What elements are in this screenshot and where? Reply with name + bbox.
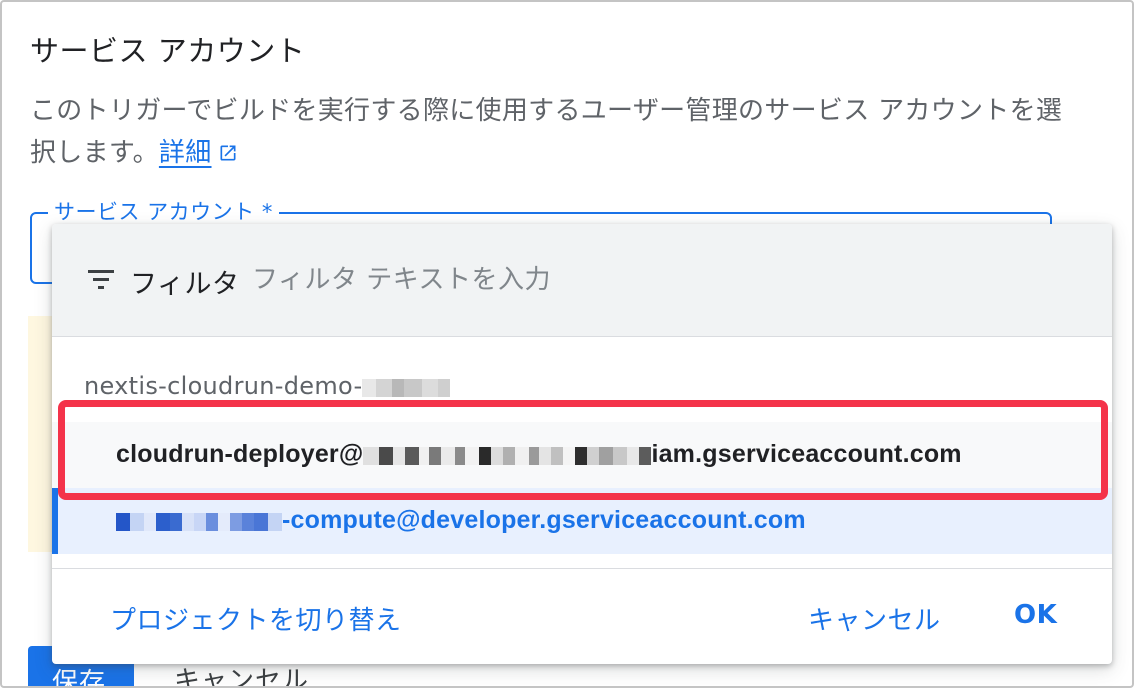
option-suffix: iam.gserviceaccount.com: [651, 440, 962, 468]
project-name: nextis-cloudrun-demo-: [84, 372, 451, 401]
redacted-project-id: [362, 373, 451, 401]
filter-icon: [88, 268, 116, 294]
project-name-text: nextis-cloudrun-demo-: [84, 372, 363, 400]
option-label: -compute@developer.gserviceaccount.com: [116, 506, 806, 536]
menu-divider: [52, 568, 1112, 569]
filter-label: フィルタ: [130, 269, 240, 300]
learn-more-link[interactable]: 詳細: [159, 138, 212, 168]
service-account-dropdown: フィルタ nextis-cloudrun-demo- cloudrun-depl…: [52, 224, 1112, 664]
filter-bar: フィルタ: [52, 224, 1112, 337]
service-account-field-label: サービス アカウント *: [48, 196, 279, 226]
option-label: cloudrun-deployer@ iam.gserviceaccount.co…: [116, 440, 962, 470]
section-description: このトリガーでビルドを実行する際に使用するユーザー管理のサービス アカウントを選…: [30, 90, 1070, 176]
learn-more-label: 詳細: [158, 138, 212, 168]
option-prefix: cloudrun-deployer@: [116, 440, 364, 468]
service-account-panel: サービス アカウント このトリガーでビルドを実行する際に使用するユーザー管理のサ…: [0, 0, 1134, 688]
service-account-option[interactable]: cloudrun-deployer@ iam.gserviceaccount.co…: [52, 422, 1112, 488]
service-account-option-selected[interactable]: -compute@developer.gserviceaccount.com: [52, 488, 1112, 554]
option-suffix: -compute@developer.gserviceaccount.com: [282, 506, 806, 534]
filter-input[interactable]: [252, 258, 1072, 302]
redacted-id: [363, 441, 652, 470]
redacted-project-number: [116, 507, 282, 536]
info-banner: [28, 316, 54, 552]
cancel-button[interactable]: キャンセル: [808, 600, 941, 637]
external-link-icon: [218, 134, 238, 176]
section-title: サービス アカウント: [30, 34, 306, 68]
switch-project-button[interactable]: プロジェクトを切り替え: [110, 600, 402, 637]
footer-cancel-button[interactable]: キャンセル: [174, 660, 309, 686]
ok-button[interactable]: OK: [1014, 600, 1057, 630]
